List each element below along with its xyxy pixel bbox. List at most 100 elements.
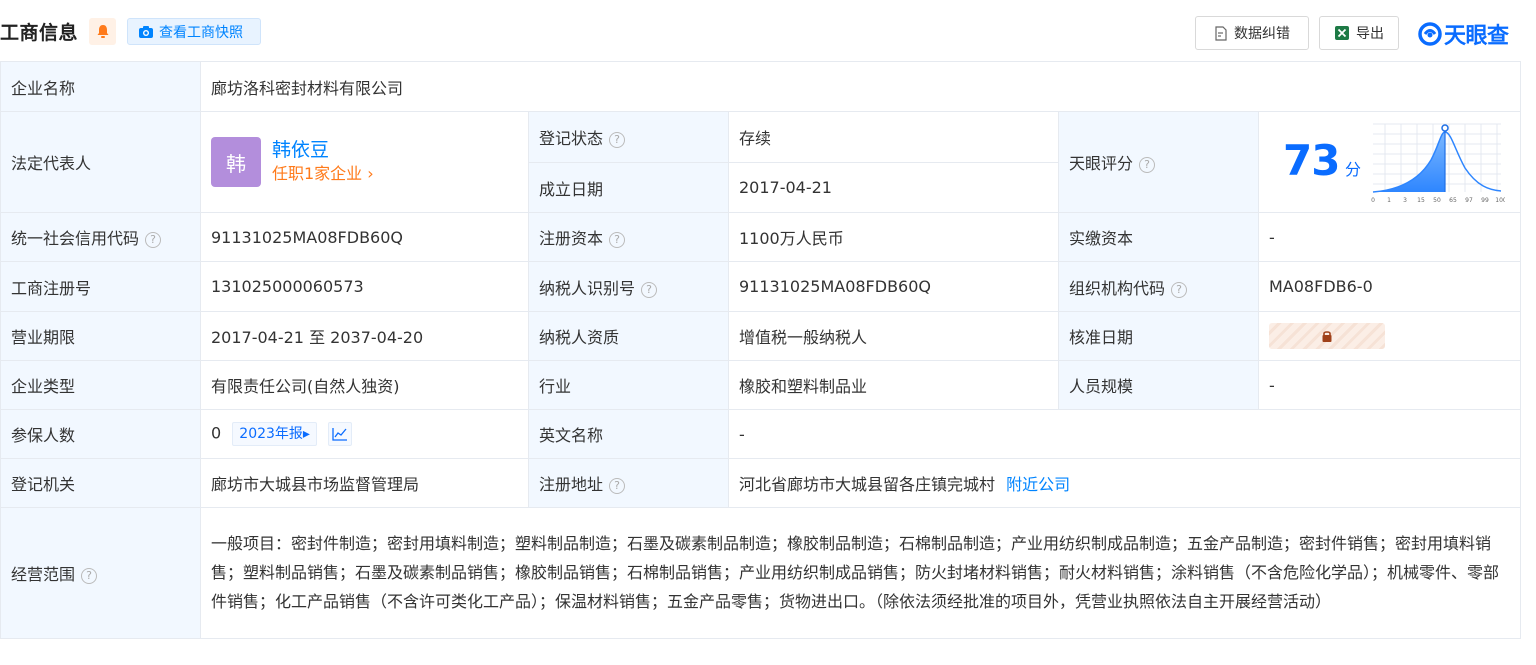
reg-capital-value: 1100万人民币	[728, 212, 1059, 262]
authority-label: 登记机关	[0, 458, 201, 508]
help-icon[interactable]: ?	[145, 232, 162, 248]
data-correct-button[interactable]: 数据纠错	[1195, 16, 1309, 50]
table-row: 法定代表人 韩 韩依豆 任职1家企业 › 登记状态? 存续 天眼评分? 73 分	[0, 111, 1522, 213]
trend-chart-icon	[332, 428, 348, 441]
taxpayer-qual-value: 增值税一般纳税人	[728, 311, 1059, 361]
address-value: 河北省廊坊市大城县留各庄镇完城村	[739, 475, 996, 494]
tianyancha-logo-icon	[1418, 22, 1442, 46]
approve-date-cell	[1257, 311, 1522, 361]
trend-chart-button[interactable]	[328, 422, 353, 446]
camera-icon	[139, 25, 153, 38]
help-icon[interactable]: ?	[1139, 157, 1156, 173]
locked-value[interactable]	[1269, 323, 1385, 349]
header: 工商信息 查看工商快照 数据纠错 导出 天眼查	[0, 0, 1536, 62]
address-cell: 河北省廊坊市大城县留各庄镇完城村 附近公司	[727, 458, 1522, 508]
taxpayer-id-label-cell: 纳税人识别号?	[528, 261, 729, 312]
lock-icon	[1322, 331, 1332, 342]
reg-status-label-cell: 登记状态?	[528, 111, 729, 163]
company-name-label: 企业名称	[0, 61, 201, 112]
org-code-value: MA08FDB6-0	[1257, 261, 1522, 312]
industry-label: 行业	[528, 360, 729, 410]
help-icon[interactable]: ?	[609, 232, 626, 248]
chevron-right-icon: ›	[362, 164, 374, 183]
legal-rep-positions-label: 任职1家企业	[272, 164, 363, 183]
authority-value: 廊坊市大城县市场监督管理局	[200, 458, 529, 508]
bell-icon	[97, 25, 108, 38]
table-row: 统一社会信用代码? 91131025MA08FDB60Q 注册资本? 1100万…	[0, 212, 1522, 262]
english-name-value: -	[727, 409, 1522, 459]
score-tick-label: 65	[1449, 197, 1457, 204]
legal-rep-name-link[interactable]: 韩依豆	[272, 138, 374, 162]
insured-label: 参保人数	[0, 409, 201, 459]
score-label-cell: 天眼评分?	[1058, 111, 1259, 213]
score-tick-label: 100	[1495, 197, 1505, 204]
staff-size-value: -	[1257, 360, 1522, 410]
credit-code-label-cell: 统一社会信用代码?	[0, 212, 201, 262]
scope-value: 一般项目：密封件制造；密封用填料制造；塑料制品制造；石墨及碳素制品制造；橡胶制品…	[199, 507, 1522, 639]
data-correct-label: 数据纠错	[1234, 26, 1290, 42]
score-unit: 分	[1345, 160, 1362, 179]
insured-value: 0	[211, 423, 222, 443]
document-edit-icon	[1215, 25, 1227, 41]
nearby-companies-link[interactable]: 附近公司	[1006, 475, 1070, 494]
score-tick-label: 99	[1481, 197, 1489, 204]
insured-cell: 0 2023年报▸	[200, 409, 529, 459]
help-icon[interactable]: ?	[609, 132, 626, 148]
legal-rep-positions-link[interactable]: 任职1家企业 ›	[272, 162, 374, 186]
address-label-cell: 注册地址?	[528, 458, 729, 508]
english-name-label: 英文名称	[528, 409, 729, 459]
found-date-value: 2017-04-21	[728, 162, 1059, 213]
score-label: 天眼评分	[1069, 154, 1134, 173]
score-tick-label: 97	[1465, 197, 1473, 204]
scope-label: 经营范围	[11, 565, 76, 584]
taxpayer-qual-label: 纳税人资质	[528, 311, 729, 361]
table-row: 工商注册号 131025000060573 纳税人识别号? 91131025MA…	[0, 261, 1522, 312]
follow-bell-button[interactable]	[89, 18, 116, 45]
biz-reg-no-value: 131025000060573	[200, 261, 529, 312]
scope-label-cell: 经营范围?	[0, 507, 201, 639]
found-date-label: 成立日期	[528, 162, 729, 213]
legal-rep-label: 法定代表人	[0, 111, 201, 213]
term-value: 2017-04-21 至 2037-04-20	[200, 311, 529, 361]
avatar[interactable]: 韩	[211, 137, 261, 187]
table-row: 营业期限 2017-04-21 至 2037-04-20 纳税人资质 增值税一般…	[0, 311, 1522, 361]
score-tick-label: 50	[1433, 197, 1441, 204]
help-icon[interactable]: ?	[641, 281, 658, 298]
legal-rep-cell: 韩 韩依豆 任职1家企业 ›	[200, 111, 529, 213]
table-row: 参保人数 0 2023年报▸ 英文名称 -	[0, 409, 1522, 459]
export-button[interactable]: 导出	[1319, 16, 1399, 50]
table-row: 登记机关 廊坊市大城县市场监督管理局 注册地址? 河北省廊坊市大城县留各庄镇完城…	[0, 458, 1522, 508]
help-icon[interactable]: ?	[81, 568, 98, 584]
table-row: 经营范围? 一般项目：密封件制造；密封用填料制造；塑料制品制造；石墨及碳素制品制…	[0, 507, 1522, 639]
score-value: 73	[1283, 136, 1340, 185]
score-distribution-chart: 0 1 3 15 50 65 97 99 100	[1371, 123, 1505, 204]
help-icon[interactable]: ?	[609, 478, 626, 494]
term-label: 营业期限	[0, 311, 201, 361]
annual-report-link[interactable]: 2023年报▸	[232, 422, 317, 446]
annual-report-label: 2023年报	[239, 426, 303, 442]
reg-capital-label-cell: 注册资本?	[528, 212, 729, 262]
company-name-value: 廊坊洛科密封材料有限公司	[199, 61, 1522, 112]
reg-status-value: 存续	[728, 111, 1059, 163]
org-code-label-cell: 组织机构代码?	[1058, 261, 1259, 312]
help-icon[interactable]: ?	[1171, 281, 1188, 298]
approve-date-label: 核准日期	[1058, 311, 1259, 361]
reg-status-label: 登记状态	[539, 129, 604, 148]
score-cell[interactable]: 73 分 0 1 3 15 50 65 97 99 100	[1257, 111, 1522, 213]
brand-logo: 天眼查	[1418, 18, 1509, 50]
credit-code-label: 统一社会信用代码	[11, 229, 140, 248]
address-label: 注册地址	[539, 475, 604, 494]
taxpayer-id-label: 纳税人识别号	[539, 278, 636, 298]
table-row: 企业名称 廊坊洛科密封材料有限公司	[0, 61, 1522, 112]
score-tick-label: 0	[1371, 197, 1375, 204]
export-label: 导出	[1356, 26, 1384, 42]
snapshot-button[interactable]: 查看工商快照	[127, 18, 261, 45]
business-info-table: 企业名称 廊坊洛科密封材料有限公司 法定代表人 韩 韩依豆 任职1家企业 › 登…	[0, 61, 1522, 639]
company-type-label: 企业类型	[0, 360, 201, 410]
biz-reg-no-label: 工商注册号	[0, 261, 201, 312]
staff-size-label: 人员规模	[1058, 360, 1259, 410]
brand-name: 天眼查	[1444, 24, 1509, 49]
credit-code-value: 91131025MA08FDB60Q	[200, 212, 529, 262]
paid-capital-value: -	[1257, 212, 1522, 262]
taxpayer-id-value: 91131025MA08FDB60Q	[728, 261, 1059, 312]
